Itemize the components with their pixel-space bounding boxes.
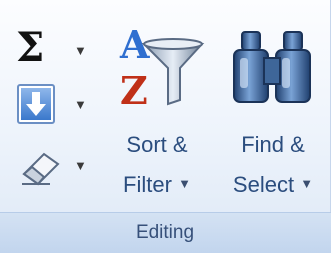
- find-select-button[interactable]: Find & Select ▼: [218, 22, 328, 202]
- sigma-icon: Σ: [16, 24, 45, 71]
- chevron-down-icon[interactable]: ▼: [74, 97, 87, 112]
- group-label: Editing: [135, 222, 195, 243]
- clear-button[interactable]: ▼: [12, 146, 94, 192]
- chevron-down-icon: ▼: [178, 176, 191, 191]
- sort-filter-button[interactable]: A Z Sort & Filter ▼: [104, 22, 210, 202]
- chevron-down-icon[interactable]: ▼: [74, 158, 87, 173]
- eraser-icon: [22, 152, 60, 186]
- find-select-label-line1: Find &: [241, 132, 305, 157]
- sort-filter-label-line2: Filter ▼: [104, 172, 210, 198]
- svg-text:Z: Z: [120, 68, 148, 110]
- fill-button[interactable]: ▼: [12, 83, 94, 129]
- sort-filter-label-line1: Sort &: [126, 132, 188, 157]
- find-select-label-line2: Select ▼: [218, 172, 328, 198]
- chevron-down-icon[interactable]: ▼: [74, 43, 87, 58]
- editing-group: Σ ▼ ▼ ▼ A Z Sort & Filter ▼ Find & Selec…: [0, 0, 331, 253]
- binoculars-icon: [233, 31, 311, 103]
- sort-filter-label-text: Filter: [123, 172, 172, 197]
- find-select-label-text: Select: [232, 172, 295, 197]
- sort-az-filter-icon: A Z: [119, 24, 205, 110]
- chevron-down-icon: ▼: [300, 176, 314, 191]
- autosum-button[interactable]: Σ ▼: [12, 26, 94, 72]
- fill-down-icon: [17, 84, 55, 124]
